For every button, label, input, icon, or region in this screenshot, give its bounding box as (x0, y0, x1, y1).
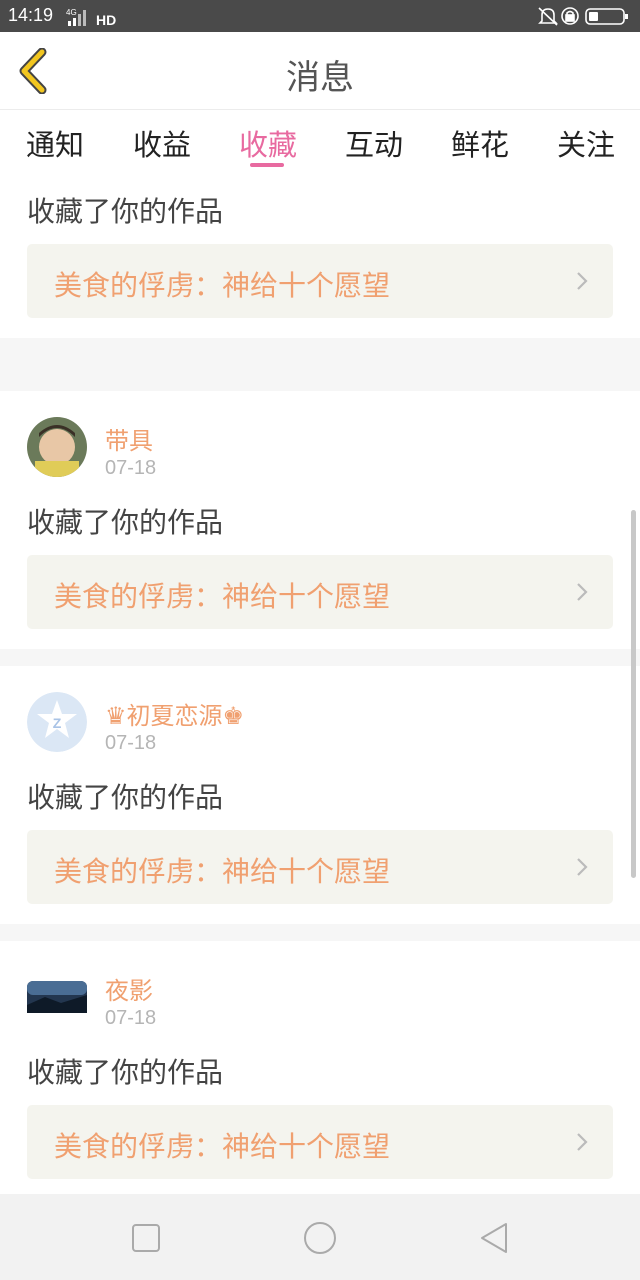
tab-notice[interactable]: 通知 (26, 122, 84, 164)
chevron-right-icon (577, 858, 588, 876)
system-nav-bar (0, 1194, 640, 1280)
status-bar: 14:19 4G HD (0, 0, 640, 32)
tab-bar: 通知 收益 收藏 互动 鲜花 关注 (0, 110, 640, 176)
message-text: 收藏了你的作品 (27, 781, 224, 814)
list-item: Z ♛初夏恋源♚ 07-18 收藏了你的作品 美食的俘虏：神给十个愿望 (0, 666, 640, 924)
work-link[interactable]: 美食的俘虏：神给十个愿望 (27, 830, 613, 904)
chevron-right-icon (577, 272, 588, 290)
mute-bell-icon (538, 7, 558, 26)
work-link[interactable]: 美食的俘虏：神给十个愿望 (27, 555, 613, 629)
list-item: 带具 07-18 收藏了你的作品 美食的俘虏：神给十个愿望 (0, 391, 640, 649)
clock: 14:19 (8, 5, 54, 25)
avatar[interactable] (27, 417, 87, 477)
active-tab-indicator (250, 163, 284, 167)
page-title: 消息 (286, 58, 354, 98)
user-name[interactable]: 带具 (105, 421, 153, 456)
message-text: 收藏了你的作品 (27, 1056, 224, 1089)
scrollbar[interactable] (631, 510, 636, 878)
status-icons (538, 7, 628, 26)
work-link[interactable]: 美食的俘虏：神给十个愿望 (27, 1105, 613, 1179)
hd-label: HD (96, 12, 116, 28)
signal-icon: 4G HD (66, 8, 116, 28)
recent-apps-icon[interactable] (128, 1220, 164, 1256)
tab-flowers[interactable]: 鲜花 (451, 122, 509, 164)
message-date: 07-18 (105, 732, 157, 754)
tab-interact[interactable]: 互动 (345, 122, 403, 164)
top-bar: 消息 (0, 32, 640, 110)
home-icon[interactable] (302, 1220, 338, 1256)
chevron-right-icon (577, 1133, 588, 1151)
work-title: 美食的俘虏：神给十个愿望 (54, 1130, 391, 1163)
work-title: 美食的俘虏：神给十个愿望 (54, 855, 391, 888)
network-label: 4G (66, 8, 77, 17)
work-link[interactable]: 美食的俘虏：神给十个愿望 (27, 244, 613, 318)
battery-icon (585, 8, 628, 25)
message-text: 收藏了你的作品 (27, 506, 224, 539)
message-text: 收藏了你的作品 (27, 195, 224, 228)
lock-rotation-icon (561, 7, 579, 25)
avatar[interactable]: Z (27, 692, 87, 752)
work-title: 美食的俘虏：神给十个愿望 (54, 269, 391, 302)
user-name[interactable]: 夜影 (105, 971, 153, 1006)
tab-income[interactable]: 收益 (133, 122, 191, 164)
back-icon[interactable] (476, 1220, 512, 1256)
user-name[interactable]: ♛初夏恋源♚ (105, 696, 244, 731)
svg-text:Z: Z (53, 715, 62, 731)
message-date: 07-18 (105, 1007, 157, 1029)
message-list[interactable]: 07-19 收藏了你的作品 美食的俘虏：神给十个愿望 带具 07-18 收藏了你… (0, 176, 640, 1194)
avatar[interactable] (27, 967, 87, 1027)
list-item: 07-19 收藏了你的作品 美食的俘虏：神给十个愿望 (0, 176, 640, 338)
work-title: 美食的俘虏：神给十个愿望 (54, 580, 391, 613)
tab-follow[interactable]: 关注 (557, 122, 615, 164)
message-date: 07-18 (105, 457, 157, 479)
chevron-right-icon (577, 583, 588, 601)
tab-favorites[interactable]: 收藏 (239, 122, 297, 164)
list-item: 夜影 07-18 收藏了你的作品 美食的俘虏：神给十个愿望 (0, 941, 640, 1194)
